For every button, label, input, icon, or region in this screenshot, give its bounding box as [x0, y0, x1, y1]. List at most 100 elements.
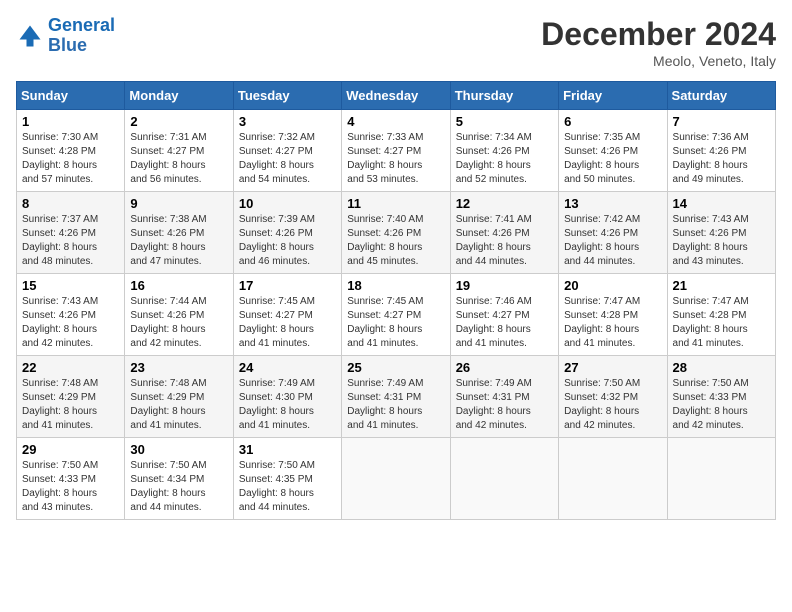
week-row-2: 8 Sunrise: 7:37 AM Sunset: 4:26 PM Daylig… — [17, 192, 776, 274]
day-info: Sunrise: 7:48 AM Sunset: 4:29 PM Dayligh… — [130, 377, 227, 433]
day-info: Sunrise: 7:50 AM Sunset: 4:33 PM Dayligh… — [673, 377, 770, 433]
day-number: 10 — [239, 196, 336, 211]
day-info: Sunrise: 7:50 AM Sunset: 4:32 PM Dayligh… — [564, 377, 661, 433]
calendar-cell: 24 Sunrise: 7:49 AM Sunset: 4:30 PM Dayli… — [233, 356, 341, 438]
calendar-cell: 27 Sunrise: 7:50 AM Sunset: 4:32 PM Dayli… — [559, 356, 667, 438]
week-row-5: 29 Sunrise: 7:50 AM Sunset: 4:33 PM Dayli… — [17, 438, 776, 520]
day-number: 31 — [239, 442, 336, 457]
weekday-tuesday: Tuesday — [233, 82, 341, 110]
calendar-cell: 12 Sunrise: 7:41 AM Sunset: 4:26 PM Dayli… — [450, 192, 558, 274]
day-number: 19 — [456, 278, 553, 293]
day-number: 7 — [673, 114, 770, 129]
day-number: 12 — [456, 196, 553, 211]
weekday-thursday: Thursday — [450, 82, 558, 110]
day-number: 18 — [347, 278, 444, 293]
day-number: 24 — [239, 360, 336, 375]
calendar-cell: 11Sunrise: 7:40 AM Sunset: 4:26 PM Dayli… — [342, 192, 450, 274]
calendar-cell: 20 Sunrise: 7:47 AM Sunset: 4:28 PM Dayli… — [559, 274, 667, 356]
calendar-cell: 6 Sunrise: 7:35 AM Sunset: 4:26 PM Daylig… — [559, 110, 667, 192]
calendar-cell — [450, 438, 558, 520]
page-header: General Blue December 2024 Meolo, Veneto… — [16, 16, 776, 69]
day-info: Sunrise: 7:47 AM Sunset: 4:28 PM Dayligh… — [564, 295, 661, 351]
day-info: Sunrise: 7:50 AM Sunset: 4:35 PM Dayligh… — [239, 459, 336, 515]
day-info: Sunrise: 7:47 AM Sunset: 4:28 PM Dayligh… — [673, 295, 770, 351]
day-number: 15 — [22, 278, 119, 293]
calendar-cell: 2 Sunrise: 7:31 AM Sunset: 4:27 PM Daylig… — [125, 110, 233, 192]
day-info: Sunrise: 7:38 AM Sunset: 4:26 PM Dayligh… — [130, 213, 227, 269]
day-number: 30 — [130, 442, 227, 457]
day-info: Sunrise: 7:31 AM Sunset: 4:27 PM Dayligh… — [130, 131, 227, 187]
calendar-cell: 31 Sunrise: 7:50 AM Sunset: 4:35 PM Dayli… — [233, 438, 341, 520]
day-info: Sunrise: 7:37 AM Sunset: 4:26 PM Dayligh… — [22, 213, 119, 269]
calendar-cell: 14 Sunrise: 7:43 AM Sunset: 4:26 PM Dayli… — [667, 192, 775, 274]
logo-icon — [16, 22, 44, 50]
day-number: 23 — [130, 360, 227, 375]
calendar-cell: 17Sunrise: 7:45 AM Sunset: 4:27 PM Dayli… — [233, 274, 341, 356]
calendar-cell: 29 Sunrise: 7:50 AM Sunset: 4:33 PM Dayli… — [17, 438, 125, 520]
calendar-cell: 25Sunrise: 7:49 AM Sunset: 4:31 PM Dayli… — [342, 356, 450, 438]
day-info: Sunrise: 7:34 AM Sunset: 4:26 PM Dayligh… — [456, 131, 553, 187]
day-info: Sunrise: 7:50 AM Sunset: 4:34 PM Dayligh… — [130, 459, 227, 515]
day-number: 13 — [564, 196, 661, 211]
day-info: Sunrise: 7:40 AM Sunset: 4:26 PM Dayligh… — [347, 213, 444, 269]
day-info: Sunrise: 7:35 AM Sunset: 4:26 PM Dayligh… — [564, 131, 661, 187]
calendar-cell: 26 Sunrise: 7:49 AM Sunset: 4:31 PM Dayli… — [450, 356, 558, 438]
day-info: Sunrise: 7:33 AM Sunset: 4:27 PM Dayligh… — [347, 131, 444, 187]
day-info: Sunrise: 7:44 AM Sunset: 4:26 PM Dayligh… — [130, 295, 227, 351]
calendar-cell: 19Sunrise: 7:46 AM Sunset: 4:27 PM Dayli… — [450, 274, 558, 356]
day-number: 5 — [456, 114, 553, 129]
calendar-cell: 5 Sunrise: 7:34 AM Sunset: 4:26 PM Daylig… — [450, 110, 558, 192]
calendar-body: 1 Sunrise: 7:30 AM Sunset: 4:28 PM Daylig… — [17, 110, 776, 520]
calendar-cell: 4Sunrise: 7:33 AM Sunset: 4:27 PM Daylig… — [342, 110, 450, 192]
day-number: 6 — [564, 114, 661, 129]
day-info: Sunrise: 7:42 AM Sunset: 4:26 PM Dayligh… — [564, 213, 661, 269]
day-number: 3 — [239, 114, 336, 129]
day-number: 16 — [130, 278, 227, 293]
weekday-saturday: Saturday — [667, 82, 775, 110]
day-info: Sunrise: 7:32 AM Sunset: 4:27 PM Dayligh… — [239, 131, 336, 187]
day-number: 14 — [673, 196, 770, 211]
day-number: 8 — [22, 196, 119, 211]
calendar-cell: 7 Sunrise: 7:36 AM Sunset: 4:26 PM Daylig… — [667, 110, 775, 192]
day-info: Sunrise: 7:49 AM Sunset: 4:31 PM Dayligh… — [456, 377, 553, 433]
day-info: Sunrise: 7:50 AM Sunset: 4:33 PM Dayligh… — [22, 459, 119, 515]
day-info: Sunrise: 7:39 AM Sunset: 4:26 PM Dayligh… — [239, 213, 336, 269]
calendar-cell: 3 Sunrise: 7:32 AM Sunset: 4:27 PM Daylig… — [233, 110, 341, 192]
location: Meolo, Veneto, Italy — [541, 53, 776, 69]
day-number: 20 — [564, 278, 661, 293]
day-info: Sunrise: 7:49 AM Sunset: 4:30 PM Dayligh… — [239, 377, 336, 433]
week-row-4: 22 Sunrise: 7:48 AM Sunset: 4:29 PM Dayli… — [17, 356, 776, 438]
day-number: 29 — [22, 442, 119, 457]
weekday-header-row: SundayMondayTuesdayWednesdayThursdayFrid… — [17, 82, 776, 110]
calendar-cell: 10 Sunrise: 7:39 AM Sunset: 4:26 PM Dayli… — [233, 192, 341, 274]
calendar-cell: 22 Sunrise: 7:48 AM Sunset: 4:29 PM Dayli… — [17, 356, 125, 438]
day-info: Sunrise: 7:45 AM Sunset: 4:27 PM Dayligh… — [347, 295, 444, 351]
day-number: 27 — [564, 360, 661, 375]
day-number: 28 — [673, 360, 770, 375]
logo-text: General Blue — [48, 16, 115, 56]
calendar-cell: 9Sunrise: 7:38 AM Sunset: 4:26 PM Daylig… — [125, 192, 233, 274]
calendar-cell: 16 Sunrise: 7:44 AM Sunset: 4:26 PM Dayli… — [125, 274, 233, 356]
weekday-friday: Friday — [559, 82, 667, 110]
day-number: 1 — [22, 114, 119, 129]
day-info: Sunrise: 7:48 AM Sunset: 4:29 PM Dayligh… — [22, 377, 119, 433]
weekday-monday: Monday — [125, 82, 233, 110]
calendar-table: SundayMondayTuesdayWednesdayThursdayFrid… — [16, 81, 776, 520]
day-info: Sunrise: 7:43 AM Sunset: 4:26 PM Dayligh… — [673, 213, 770, 269]
calendar-cell: 21 Sunrise: 7:47 AM Sunset: 4:28 PM Dayli… — [667, 274, 775, 356]
day-info: Sunrise: 7:41 AM Sunset: 4:26 PM Dayligh… — [456, 213, 553, 269]
calendar-cell: 23 Sunrise: 7:48 AM Sunset: 4:29 PM Dayli… — [125, 356, 233, 438]
calendar-cell: 8 Sunrise: 7:37 AM Sunset: 4:26 PM Daylig… — [17, 192, 125, 274]
day-info: Sunrise: 7:36 AM Sunset: 4:26 PM Dayligh… — [673, 131, 770, 187]
calendar-cell: 15Sunrise: 7:43 AM Sunset: 4:26 PM Dayli… — [17, 274, 125, 356]
day-number: 25 — [347, 360, 444, 375]
day-number: 2 — [130, 114, 227, 129]
title-block: December 2024 Meolo, Veneto, Italy — [541, 16, 776, 69]
day-info: Sunrise: 7:30 AM Sunset: 4:28 PM Dayligh… — [22, 131, 119, 187]
day-number: 21 — [673, 278, 770, 293]
calendar-cell: 18 Sunrise: 7:45 AM Sunset: 4:27 PM Dayli… — [342, 274, 450, 356]
day-number: 22 — [22, 360, 119, 375]
week-row-1: 1 Sunrise: 7:30 AM Sunset: 4:28 PM Daylig… — [17, 110, 776, 192]
day-number: 26 — [456, 360, 553, 375]
month-title: December 2024 — [541, 16, 776, 53]
